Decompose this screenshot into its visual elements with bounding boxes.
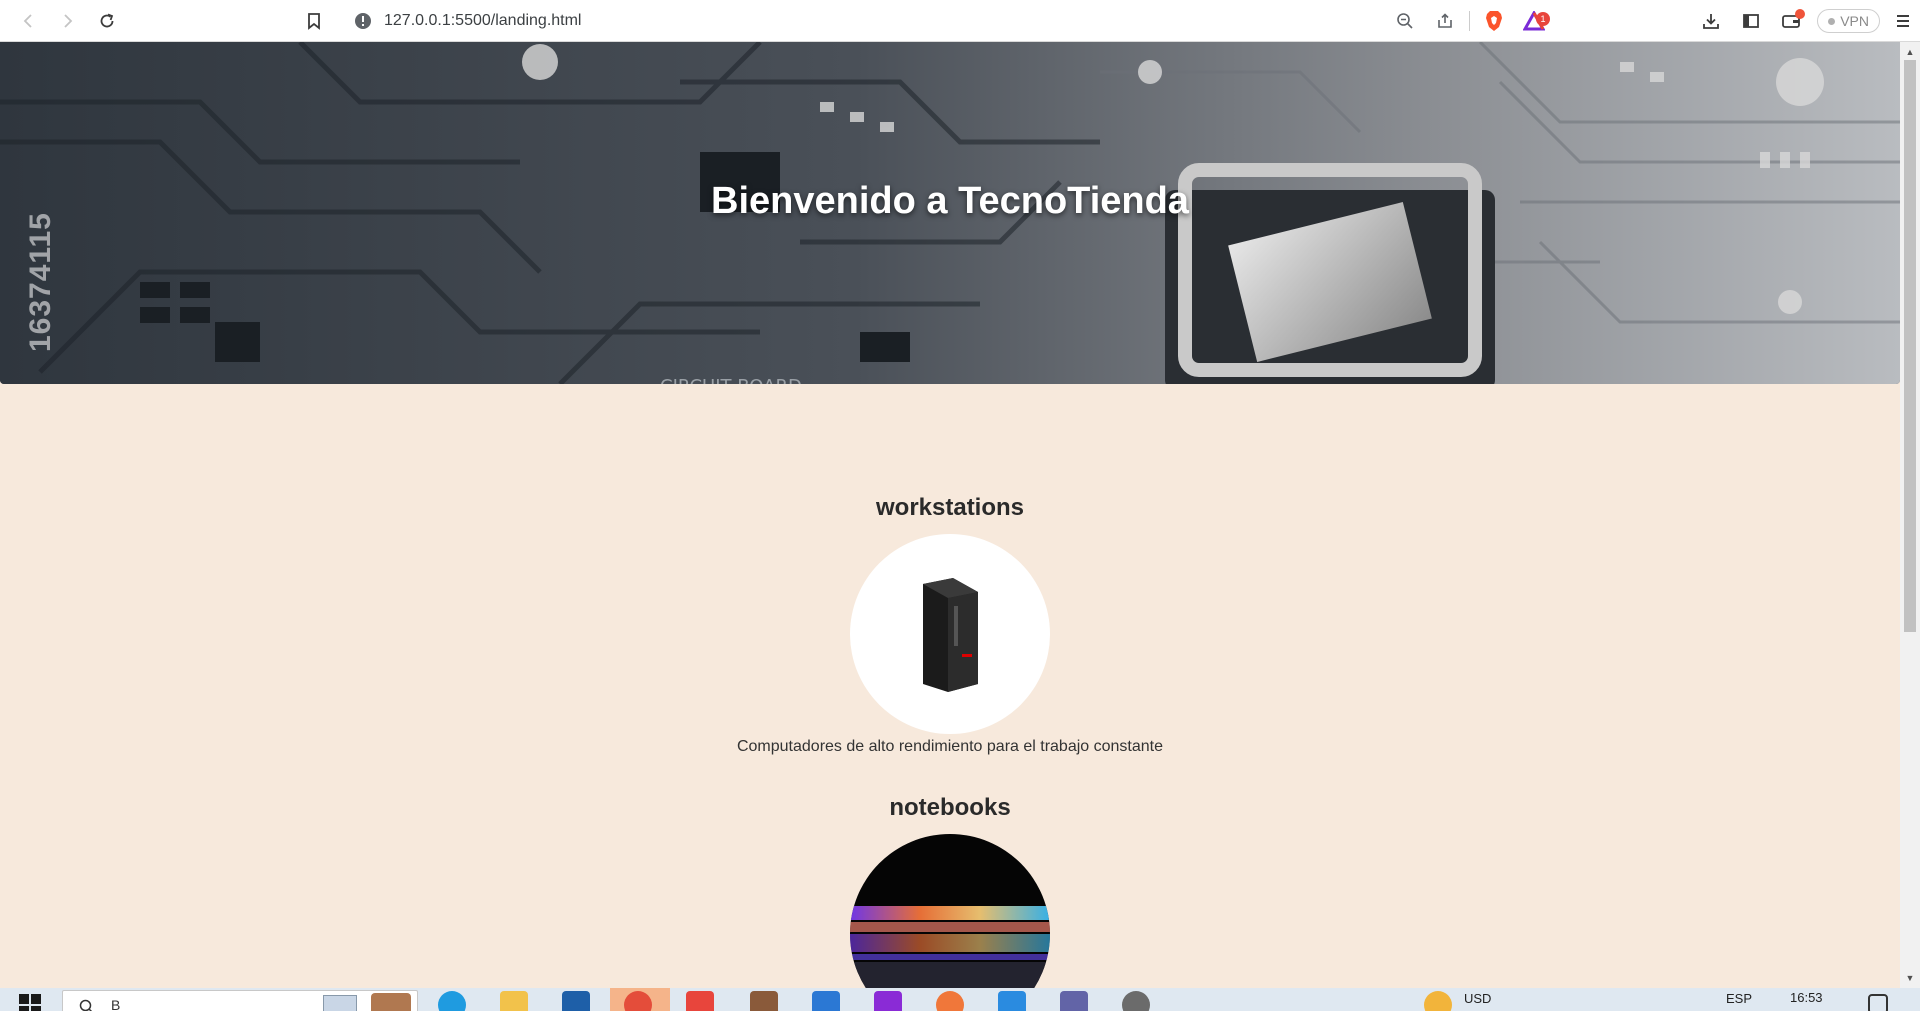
tray-currency-text: USD <box>1464 991 1492 1006</box>
mail-icon[interactable] <box>562 991 590 1011</box>
board-label-text: CIRCUIT BOARD <box>660 376 802 384</box>
menu-icon[interactable] <box>1886 4 1920 38</box>
teams-icon[interactable] <box>1060 991 1088 1011</box>
tray-language-text[interactable]: ESP <box>1726 991 1752 1006</box>
briefcase-icon <box>371 993 411 1011</box>
back-arrow-icon <box>23 14 32 28</box>
rewards-badge: 1 <box>1536 12 1550 26</box>
search-placeholder: B <box>111 997 121 1011</box>
scroll-thumb[interactable] <box>1904 60 1916 632</box>
page-viewport: CIRCUIT BOARD 16374115 Bienvenido a Tecn… <box>0 42 1900 988</box>
windows-start-icon[interactable] <box>18 993 42 1011</box>
taskbar-search-input[interactable]: B <box>62 990 418 1011</box>
wallet-icon[interactable] <box>1771 4 1811 38</box>
omnibox-separator <box>1469 11 1470 31</box>
vpn-label: VPN <box>1840 13 1869 29</box>
currency-widget-icon[interactable] <box>1424 991 1452 1011</box>
category-workstations: workstations Computadores de alto rendim… <box>0 494 1900 756</box>
vscode-icon[interactable] <box>998 991 1026 1011</box>
workstation-image[interactable] <box>850 534 1050 734</box>
downloads-icon[interactable] <box>1691 4 1731 38</box>
brave-shields-icon[interactable] <box>1474 4 1514 38</box>
category-notebooks: notebooks <box>0 794 1900 988</box>
scroll-up-arrow-icon[interactable]: ▲ <box>1900 44 1920 60</box>
page-scrollbar[interactable]: ▲ ▼ <box>1900 42 1920 988</box>
category-title: workstations <box>875 494 1025 521</box>
settings-gear-icon[interactable] <box>1122 991 1150 1011</box>
hero-banner: CIRCUIT BOARD 16374115 Bienvenido a Tecn… <box>0 42 1900 384</box>
edge-icon[interactable] <box>438 991 466 1011</box>
bookmark-icon <box>308 13 320 30</box>
scroll-down-arrow-icon[interactable]: ▼ <box>1900 970 1920 986</box>
zoom-out-icon[interactable] <box>1385 4 1425 38</box>
url-text[interactable]: 127.0.0.1:5500/landing.html <box>384 12 581 30</box>
tower-pc-icon <box>923 578 978 692</box>
reload-button[interactable] <box>93 7 121 35</box>
address-bar[interactable]: 127.0.0.1:5500/landing.html 1 <box>342 4 1554 38</box>
windows-taskbar: B USD ESP 16:53 <box>0 988 1920 1011</box>
forward-arrow-icon <box>64 14 73 28</box>
brave-rewards-icon[interactable]: 1 <box>1514 4 1554 38</box>
brave-icon[interactable] <box>686 991 714 1011</box>
site-info-icon[interactable] <box>352 10 374 32</box>
forward-button[interactable] <box>54 7 82 35</box>
bookmark-button[interactable] <box>300 7 328 35</box>
outlook-icon[interactable] <box>812 991 840 1011</box>
notebook-image[interactable] <box>850 834 1050 988</box>
category-description: Computadores de alto rendimiento para el… <box>736 738 1164 755</box>
tray-clock[interactable]: 16:53 <box>1790 990 1823 1005</box>
search-widget-icon <box>323 995 357 1011</box>
back-button[interactable] <box>14 7 42 35</box>
page-title: Bienvenido a TecnoTienda <box>711 180 1189 222</box>
intellij-icon[interactable] <box>874 991 902 1011</box>
file-explorer-icon[interactable] <box>500 991 528 1011</box>
category-title: notebooks <box>889 794 1011 821</box>
notifications-icon[interactable] <box>1868 994 1888 1011</box>
vpn-button[interactable]: VPN <box>1817 9 1880 33</box>
wallet-notification-dot <box>1795 9 1806 19</box>
vpn-status-dot <box>1828 17 1836 25</box>
browser-toolbar: 127.0.0.1:5500/landing.html 1 VPN <box>0 0 1920 42</box>
reload-icon <box>100 13 114 28</box>
chrome-icon[interactable] <box>624 991 652 1011</box>
laptop-glow-icon <box>850 906 1050 988</box>
sidebar-toggle-icon[interactable] <box>1731 4 1771 38</box>
hero-watermark: 16374115 <box>24 212 57 352</box>
postman-icon[interactable] <box>936 991 964 1011</box>
sublime-icon[interactable] <box>750 991 778 1011</box>
search-icon <box>79 999 93 1011</box>
share-icon[interactable] <box>1425 4 1465 38</box>
